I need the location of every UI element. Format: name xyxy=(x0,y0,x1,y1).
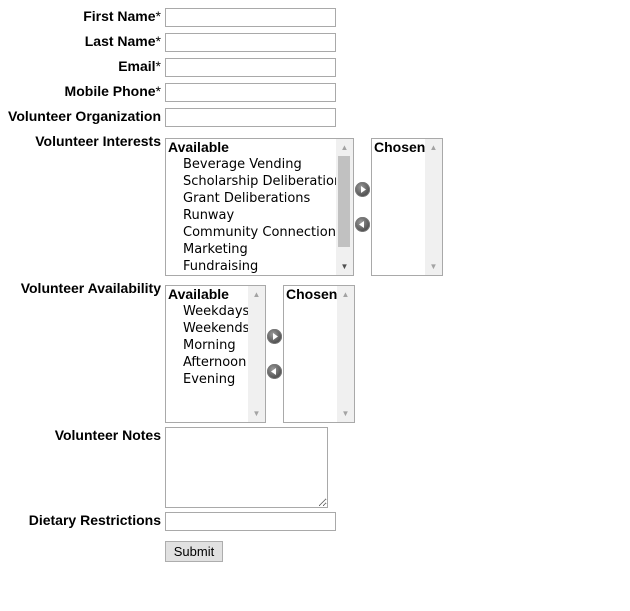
availability-chosen-list: Chosen xyxy=(286,286,338,422)
mobile-phone-label: Mobile Phone* xyxy=(64,83,161,99)
availability-option[interactable]: Afternoon xyxy=(168,354,247,371)
interests-move-right-button[interactable] xyxy=(355,182,370,197)
availability-option[interactable]: Weekends xyxy=(168,320,249,337)
interest-option[interactable]: Grant Deliberations xyxy=(168,190,335,207)
interests-chosen-scrollbar[interactable]: ▲ ▼ xyxy=(425,139,442,275)
volunteer-organization-input[interactable] xyxy=(165,108,336,127)
volunteer-organization-label: Volunteer Organization xyxy=(8,108,161,124)
submit-button[interactable]: Submit xyxy=(165,541,223,562)
interests-available-list: Available Beverage Vending Scholarship D… xyxy=(168,139,349,275)
interests-available-header: Available xyxy=(168,139,229,155)
availability-option[interactable]: Morning xyxy=(168,337,247,354)
availability-available-listbox[interactable]: Available Weekdays Weekends Morning Afte… xyxy=(165,285,266,423)
interest-option[interactable]: Beverage Vending xyxy=(168,156,335,173)
availability-chosen-header: Chosen xyxy=(286,286,338,302)
first-name-input[interactable] xyxy=(165,8,336,27)
scroll-up-icon[interactable]: ▲ xyxy=(336,139,353,156)
scroll-thumb[interactable] xyxy=(338,156,350,247)
dietary-restrictions-label: Dietary Restrictions xyxy=(28,512,161,528)
arrow-right-circle-icon xyxy=(361,186,366,193)
arrow-left-circle-icon xyxy=(359,221,364,228)
interest-option[interactable]: Runway xyxy=(168,207,335,224)
availability-move-right-button[interactable] xyxy=(267,329,282,344)
availability-available-header: Available xyxy=(168,286,229,302)
arrow-right-circle-icon xyxy=(273,333,278,340)
interests-chosen-header: Chosen xyxy=(374,139,426,155)
availability-option[interactable]: Evening xyxy=(168,371,247,388)
volunteer-interests-label: Volunteer Interests xyxy=(35,133,161,149)
mobile-phone-input[interactable] xyxy=(165,83,336,102)
interests-chosen-listbox[interactable]: Chosen ▲ ▼ xyxy=(371,138,443,276)
interest-option[interactable]: Marketing xyxy=(168,241,335,258)
scroll-up-icon[interactable]: ▲ xyxy=(337,286,354,303)
interests-available-scrollbar[interactable]: ▲ ▼ xyxy=(336,139,353,275)
email-input[interactable] xyxy=(165,58,336,77)
availability-move-left-button[interactable] xyxy=(267,364,282,379)
scroll-up-icon[interactable]: ▲ xyxy=(248,286,265,303)
email-label: Email* xyxy=(118,58,161,74)
availability-available-scrollbar[interactable]: ▲ ▼ xyxy=(248,286,265,422)
volunteer-availability-label: Volunteer Availability xyxy=(20,280,161,296)
interests-chosen-list: Chosen xyxy=(374,139,426,275)
dietary-restrictions-input[interactable] xyxy=(165,512,336,531)
interest-option[interactable]: Fundraising xyxy=(168,258,335,275)
interests-move-left-button[interactable] xyxy=(355,217,370,232)
scroll-up-icon[interactable]: ▲ xyxy=(425,139,442,156)
last-name-input[interactable] xyxy=(165,33,336,52)
first-name-label: First Name* xyxy=(83,8,161,24)
availability-chosen-scrollbar[interactable]: ▲ ▼ xyxy=(337,286,354,422)
volunteer-notes-textarea[interactable] xyxy=(165,427,328,508)
scroll-down-icon[interactable]: ▼ xyxy=(248,405,265,422)
interests-available-listbox[interactable]: Available Beverage Vending Scholarship D… xyxy=(165,138,354,276)
interest-option[interactable]: Community Connections xyxy=(168,224,343,241)
arrow-left-circle-icon xyxy=(271,368,276,375)
interest-option[interactable]: Scholarship Deliberations xyxy=(168,173,349,190)
availability-available-list: Available Weekdays Weekends Morning Afte… xyxy=(168,286,249,422)
last-name-label: Last Name* xyxy=(84,33,161,49)
availability-option[interactable]: Weekdays xyxy=(168,303,249,320)
scroll-down-icon[interactable]: ▼ xyxy=(337,405,354,422)
volunteer-notes-label: Volunteer Notes xyxy=(54,427,161,443)
scroll-down-icon[interactable]: ▼ xyxy=(425,258,442,275)
availability-chosen-listbox[interactable]: Chosen ▲ ▼ xyxy=(283,285,355,423)
scroll-down-icon[interactable]: ▼ xyxy=(336,258,353,275)
